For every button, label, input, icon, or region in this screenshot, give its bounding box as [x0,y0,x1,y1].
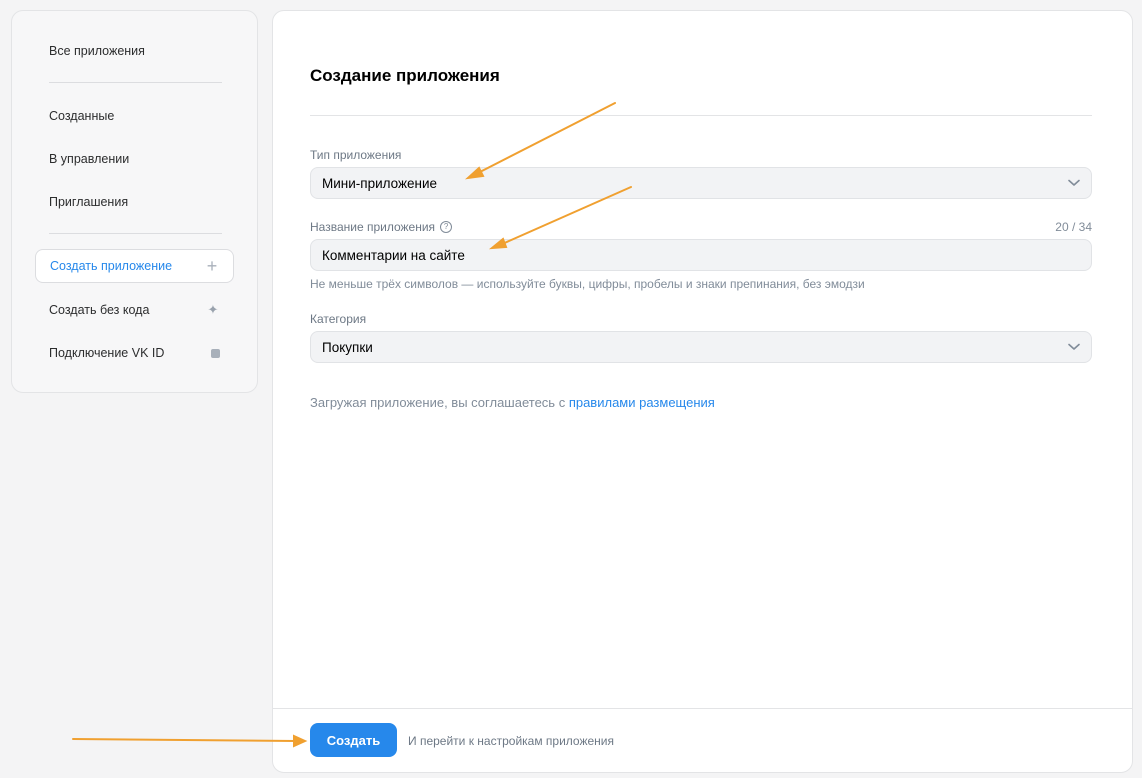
sidebar-item-label: Создать без кода [49,303,150,317]
sidebar-item-vk-id[interactable]: Подключение VK ID [35,336,234,370]
annotation-arrow [72,738,297,742]
sidebar-divider [49,82,222,83]
vk-id-icon [211,348,220,358]
terms-link[interactable]: правилами размещения [569,395,715,410]
chevron-down-icon [1068,343,1080,350]
type-label-text: Тип приложения [310,148,402,162]
sidebar-item-create-no-code[interactable]: Создать без кода ✦ [35,293,234,327]
sidebar-divider [49,233,222,234]
app-name-input[interactable]: Комментарии на сайте [310,239,1092,271]
create-button[interactable]: Создать [310,723,397,757]
category-label-text: Категория [310,312,367,326]
app-type-select[interactable]: Мини-приложение [310,167,1092,199]
sidebar: Все приложения Созданные В управлении Пр… [11,10,258,393]
category-value: Покупки [322,339,373,355]
sidebar-item-all-apps[interactable]: Все приложения [35,34,234,68]
sidebar-item-label: В управлении [49,152,130,166]
type-label: Тип приложения [310,148,401,162]
sidebar-item-created[interactable]: Созданные [35,99,234,133]
sidebar-item-label: Все приложения [49,44,145,58]
sidebar-item-label: Созданные [49,109,115,123]
sidebar-item-label: Подключение VK ID [49,346,165,360]
name-label: Название приложения ? [310,220,453,234]
help-icon[interactable]: ? [440,221,453,233]
terms-text: Загружая приложение, вы соглашаетесь с [310,395,569,410]
sidebar-item-label: Создать приложение [50,259,173,273]
name-label-text: Название приложения [310,220,436,234]
sparkle-icon: ✦ [207,302,219,317]
app-name-value: Комментарии на сайте [322,247,465,263]
create-app-panel: Создание приложения Тип приложения Мини-… [272,10,1133,773]
name-char-counter: 20 / 34 [1055,220,1092,234]
sidebar-item-invitations[interactable]: Приглашения [35,185,234,219]
plus-icon: + [206,255,218,276]
chevron-down-icon [1068,179,1080,186]
sidebar-item-label: Приглашения [49,195,129,209]
sidebar-item-create-app[interactable]: Создать приложение + [35,249,234,283]
sidebar-item-managed[interactable]: В управлении [35,142,234,176]
page-title: Создание приложения [310,66,500,85]
footer-divider [273,708,1132,709]
terms-notice: Загружая приложение, вы соглашаетесь с п… [310,395,715,410]
name-hint: Не меньше трёх символов — используйте бу… [310,277,865,291]
category-select[interactable]: Покупки [310,331,1092,363]
app-type-value: Мини-приложение [322,175,438,191]
category-label: Категория [310,312,366,326]
title-divider [310,115,1092,116]
create-button-note: И перейти к настройкам приложения [408,734,614,748]
